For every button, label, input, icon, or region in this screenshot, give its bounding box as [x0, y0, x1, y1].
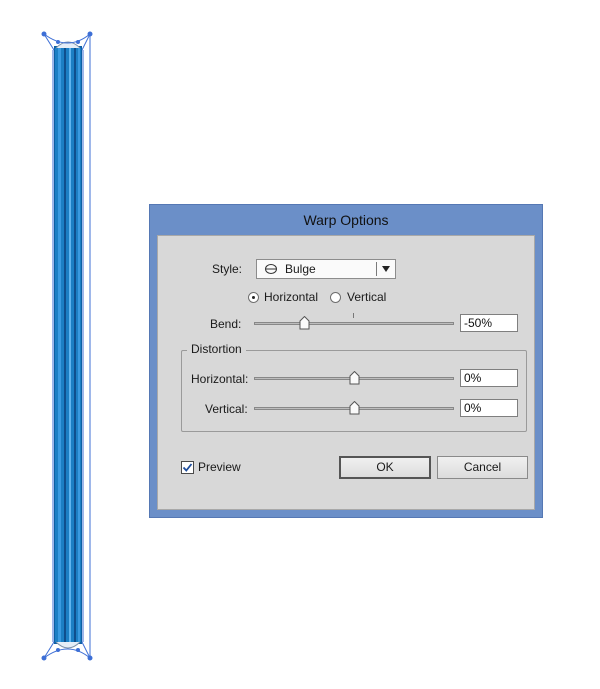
dropdown-separator: [376, 262, 377, 276]
preview-label[interactable]: Preview: [198, 460, 241, 474]
horizontal-radio-label[interactable]: Horizontal: [264, 290, 318, 304]
distortion-title: Distortion: [187, 342, 246, 356]
dialog-title: Warp Options: [303, 212, 389, 228]
style-dropdown[interactable]: Bulge: [256, 259, 396, 279]
bend-slider-track: [254, 322, 454, 325]
distortion-horizontal-input[interactable]: 0%: [460, 369, 518, 387]
chevron-down-icon[interactable]: [382, 266, 390, 272]
ok-button[interactable]: OK: [339, 456, 431, 479]
style-value: Bulge: [285, 262, 316, 276]
distortion-vertical-input[interactable]: 0%: [460, 399, 518, 417]
bend-center-tick: [353, 313, 354, 318]
bend-slider[interactable]: [254, 313, 454, 332]
bend-input[interactable]: -50%: [460, 314, 518, 332]
bend-label: Bend:: [210, 317, 242, 331]
bend-slider-thumb[interactable]: [299, 316, 310, 330]
distortion-vertical-label: Vertical:: [205, 402, 248, 416]
bulge-icon: [265, 264, 277, 274]
warp-options-dialog: Warp Options Style: Bulge Horizontal Ver…: [149, 204, 543, 518]
horizontal-radio[interactable]: [248, 292, 259, 303]
style-label: Style:: [212, 262, 243, 276]
distortion-group: Distortion: [181, 342, 527, 432]
distortion-horizontal-label: Horizontal:: [191, 372, 249, 386]
vertical-radio-label[interactable]: Vertical: [347, 290, 386, 304]
dialog-body: Style: Bulge Horizontal Vertical Bend: -…: [157, 235, 535, 510]
preview-checkbox[interactable]: [181, 461, 194, 474]
distortion-vertical-slider[interactable]: [254, 401, 454, 417]
checkmark-icon: [182, 463, 193, 472]
distortion-horizontal-slider[interactable]: [254, 371, 454, 387]
distortion-vertical-thumb[interactable]: [349, 401, 360, 415]
warped-artwork[interactable]: [36, 26, 100, 666]
artwork-shape: [54, 41, 82, 649]
distortion-horizontal-thumb[interactable]: [349, 371, 360, 385]
cancel-button[interactable]: Cancel: [437, 456, 528, 479]
vertical-radio[interactable]: [330, 292, 341, 303]
